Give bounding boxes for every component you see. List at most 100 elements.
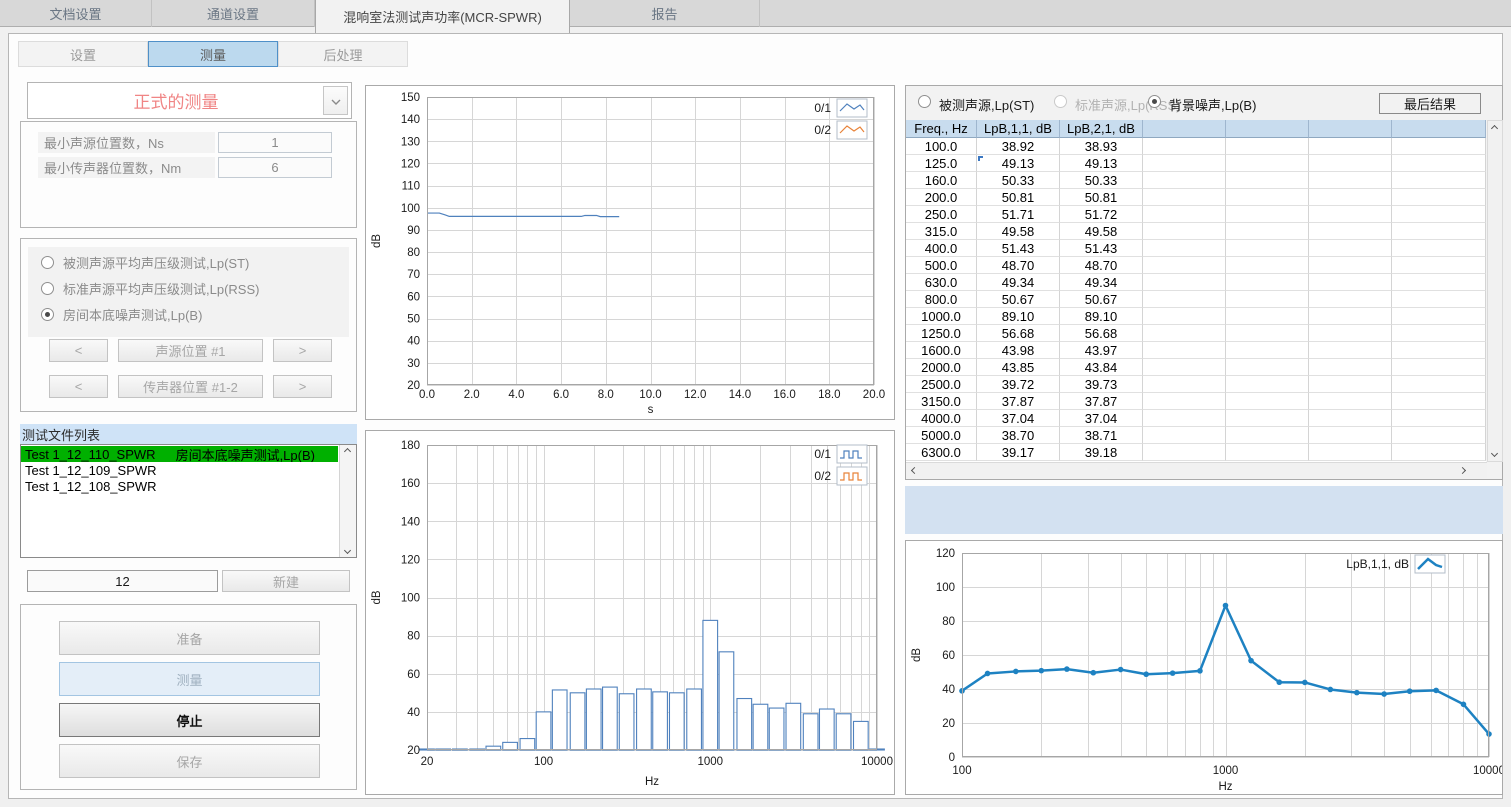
table-cell[interactable]: 200.0 [906, 189, 977, 206]
radio-button-icon[interactable] [1148, 95, 1161, 108]
tab-mcr-spwr[interactable]: 混响室法测试声功率(MCR-SPWR) [315, 0, 570, 33]
mic-prev-button[interactable]: < [49, 375, 108, 398]
table-cell[interactable] [1309, 223, 1392, 240]
table-cell[interactable] [1392, 427, 1486, 444]
table-cell[interactable] [1143, 257, 1226, 274]
table-cell[interactable]: 5000.0 [906, 427, 977, 444]
final-result-button[interactable]: 最后结果 [1379, 93, 1481, 114]
scroll-up-icon[interactable] [344, 448, 351, 455]
table-cell[interactable] [1392, 359, 1486, 376]
radio-button-icon[interactable] [41, 282, 54, 295]
table-cell[interactable] [1226, 325, 1309, 342]
table-cell[interactable]: 56.68 [1060, 325, 1143, 342]
list-item[interactable]: Test 1_12_109_SPWR [21, 462, 338, 478]
table-cell[interactable]: 315.0 [906, 223, 977, 240]
table-cell[interactable]: 51.43 [1060, 240, 1143, 257]
table-cell[interactable] [1143, 410, 1226, 427]
table-cell[interactable] [1309, 240, 1392, 257]
table-cell[interactable]: 49.13 [1060, 155, 1143, 172]
table-cell[interactable]: 100.0 [906, 138, 977, 155]
table-cell[interactable] [1309, 189, 1392, 206]
table-cell[interactable] [1392, 155, 1486, 172]
table-cell[interactable] [1226, 138, 1309, 155]
table-cell[interactable]: 37.87 [977, 393, 1060, 410]
table-cell[interactable] [1143, 206, 1226, 223]
table-cell[interactable] [1143, 359, 1226, 376]
scroll-down-icon[interactable] [344, 547, 351, 554]
table-cell[interactable] [1392, 410, 1486, 427]
radio-button-icon[interactable] [918, 95, 931, 108]
table-cell[interactable] [1309, 393, 1392, 410]
tab-channel-settings[interactable]: 通道设置 [152, 0, 315, 27]
file-listbox[interactable]: Test 1_12_110_SPWR房间本底噪声测试,Lp(B)Test 1_1… [20, 444, 357, 558]
table-cell[interactable] [1226, 427, 1309, 444]
radio-button-icon[interactable] [41, 256, 54, 269]
table-cell[interactable]: 50.81 [1060, 189, 1143, 206]
new-file-button[interactable]: 新建 [222, 570, 350, 592]
table-cell[interactable] [1392, 376, 1486, 393]
table-cell[interactable] [1226, 274, 1309, 291]
table-cell[interactable] [1309, 291, 1392, 308]
radio-button-icon[interactable] [1054, 95, 1067, 108]
table-cell[interactable]: 48.70 [1060, 257, 1143, 274]
table-cell[interactable]: 49.58 [1060, 223, 1143, 240]
mic-next-button[interactable]: > [273, 375, 332, 398]
table-cell[interactable] [1143, 427, 1226, 444]
table-cell[interactable] [1309, 257, 1392, 274]
table-cell[interactable] [1226, 223, 1309, 240]
legend-peak-icon[interactable] [1415, 555, 1445, 573]
table-cell[interactable]: 4000.0 [906, 410, 977, 427]
list-item[interactable]: Test 1_12_108_SPWR [21, 478, 338, 494]
result-radio-lp-st-label[interactable]: 被测声源,Lp(ST) [939, 95, 1034, 114]
table-cell[interactable]: 37.04 [1060, 410, 1143, 427]
subtab-setup[interactable]: 设置 [18, 41, 148, 67]
subtab-measure[interactable]: 测量 [148, 41, 278, 67]
radio-lp-st[interactable]: 被测声源平均声压级测试,Lp(ST) [41, 252, 249, 272]
table-cell[interactable]: 6300.0 [906, 444, 977, 461]
table-cell[interactable] [1143, 376, 1226, 393]
table-cell[interactable]: 89.10 [977, 308, 1060, 325]
table-cell[interactable] [1143, 240, 1226, 257]
table-cell[interactable]: 500.0 [906, 257, 977, 274]
table-cell[interactable] [1226, 172, 1309, 189]
table-cell[interactable] [1143, 325, 1226, 342]
table-cell[interactable] [1392, 308, 1486, 325]
table-cell[interactable]: 39.72 [977, 376, 1060, 393]
table-cell[interactable] [1309, 274, 1392, 291]
table-cell[interactable]: 51.71 [977, 206, 1060, 223]
prepare-button[interactable]: 准备 [59, 621, 320, 655]
file-counter-button[interactable]: 12 [27, 570, 218, 592]
measure-button[interactable]: 测量 [59, 662, 320, 696]
measurement-mode-dropdown[interactable]: 正式的测量 [27, 82, 352, 119]
table-cell[interactable] [1392, 444, 1486, 461]
table-cell[interactable] [1226, 308, 1309, 325]
table-cell[interactable] [1309, 172, 1392, 189]
scroll-left-icon[interactable] [911, 467, 918, 474]
table-cell[interactable] [1143, 274, 1226, 291]
table-cell[interactable] [1226, 410, 1309, 427]
table-cell[interactable]: 50.81 [977, 189, 1060, 206]
legend-bar-icon[interactable] [837, 467, 867, 485]
table-cell[interactable] [1309, 206, 1392, 223]
file-list-scrollbar[interactable] [339, 445, 356, 557]
radio-button-icon[interactable] [41, 308, 54, 321]
table-cell[interactable] [1143, 444, 1226, 461]
table-cell[interactable] [1143, 342, 1226, 359]
table-cell[interactable] [1392, 223, 1486, 240]
table-cell[interactable]: 38.71 [1060, 427, 1143, 444]
table-cell[interactable]: 39.73 [1060, 376, 1143, 393]
subtab-postprocess[interactable]: 后处理 [278, 41, 408, 67]
table-cell[interactable]: 125.0 [906, 155, 977, 172]
table-vscrollbar[interactable] [1487, 120, 1503, 462]
table-cell[interactable] [1226, 189, 1309, 206]
result-radio-lp-rss-label[interactable]: 标准声源,Lp(RSS) [1075, 95, 1180, 114]
table-cell[interactable]: 48.70 [977, 257, 1060, 274]
table-cell[interactable] [1143, 172, 1226, 189]
table-hscrollbar[interactable] [906, 462, 1487, 478]
table-cell[interactable]: 39.18 [1060, 444, 1143, 461]
table-cell[interactable]: 50.67 [1060, 291, 1143, 308]
table-cell[interactable]: 49.34 [1060, 274, 1143, 291]
radio-lp-b[interactable]: 房间本底噪声测试,Lp(B) [41, 304, 202, 324]
table-cell[interactable]: 1250.0 [906, 325, 977, 342]
table-cell[interactable]: 2500.0 [906, 376, 977, 393]
